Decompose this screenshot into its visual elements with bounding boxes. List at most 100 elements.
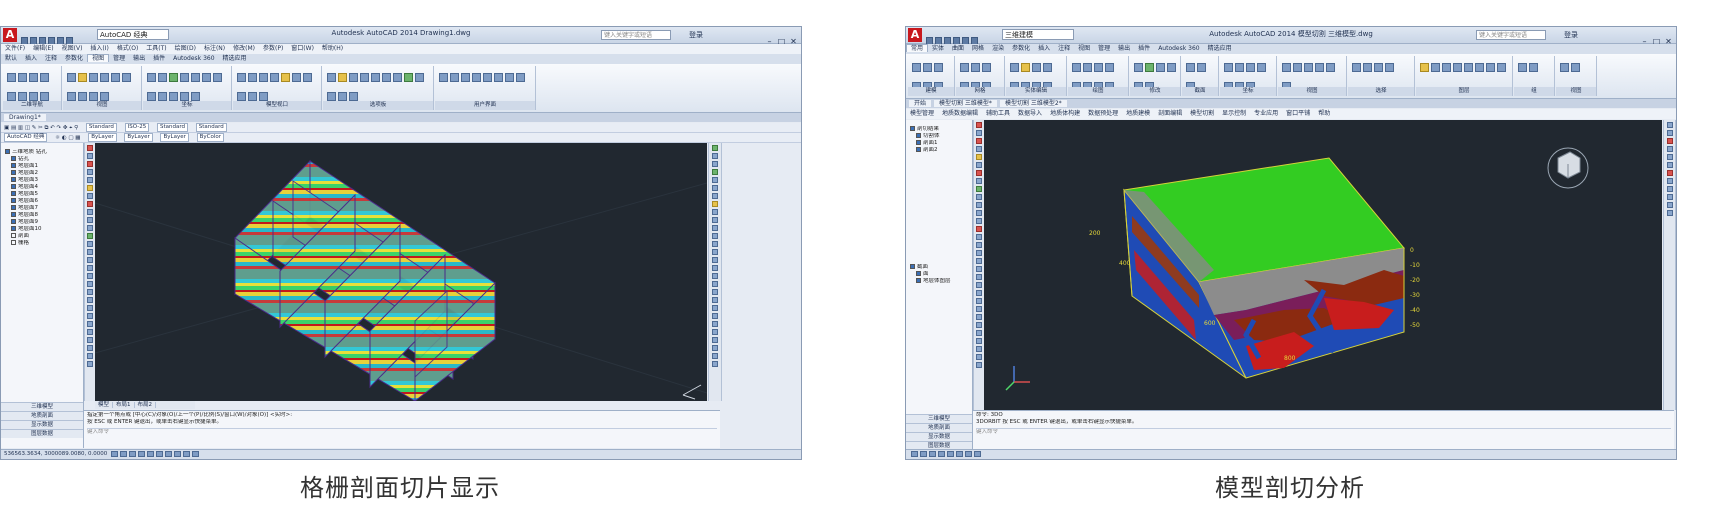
navigation-toolbar[interactable] (1663, 120, 1676, 410)
checkbox-icon[interactable] (11, 170, 16, 175)
checkbox-icon[interactable] (5, 149, 10, 154)
search-input[interactable]: 键入关键字或短语 (1476, 30, 1546, 40)
quick-access-toolbar[interactable] (21, 30, 91, 45)
menu-item[interactable]: 显示控制 (1222, 110, 1246, 117)
menu-item[interactable]: 视图(V) (62, 45, 83, 52)
workspace-field[interactable]: AutoCAD 经典 (4, 133, 48, 142)
tab-autodesk360[interactable]: Autodesk 360 (169, 55, 218, 62)
doc-tab[interactable]: Drawing1* (4, 114, 46, 121)
tree-item[interactable]: 三维地质 钻孔 (5, 149, 81, 156)
menu-item[interactable]: 窗口平铺 (1286, 110, 1310, 117)
quick-access-toolbar[interactable] (926, 30, 996, 45)
tree-item[interactable]: 地层面10 (5, 226, 81, 233)
workspace-select[interactable]: AutoCAD 经典 (97, 29, 169, 40)
tree-item[interactable]: 栅格 (5, 240, 81, 247)
checkbox-icon[interactable] (11, 226, 16, 231)
checkbox-icon[interactable] (11, 205, 16, 210)
tab-render[interactable]: 渲染 (988, 45, 1008, 52)
command-input[interactable]: 键入命令 (87, 428, 717, 436)
side-button[interactable]: 显示数据 (906, 432, 972, 441)
workspace-select[interactable]: 三维建模 (1002, 29, 1074, 40)
side-button[interactable]: 三维模型 (906, 414, 972, 423)
tree-item[interactable]: 切割体 (910, 133, 970, 140)
side-button[interactable]: 三维模型 (1, 402, 83, 411)
menu-item[interactable]: 模型管理 (910, 110, 934, 117)
menu-item[interactable]: 数据预处理 (1088, 110, 1118, 117)
checkbox-icon[interactable] (916, 133, 921, 138)
plotstyle-select[interactable]: ByColor (196, 133, 224, 142)
tab-surface[interactable]: 曲面 (948, 45, 968, 52)
autocad-logo-icon[interactable]: A (908, 28, 922, 42)
tab-output[interactable]: 输出 (129, 55, 149, 62)
command-input[interactable]: 键入命令 (976, 428, 1671, 436)
menu-item[interactable]: 修改(M) (233, 45, 255, 52)
tab-home[interactable]: 常用 (906, 44, 929, 52)
modify-toolbar[interactable] (708, 143, 722, 401)
login-button[interactable]: 登录 (1564, 30, 1578, 40)
model-viewport[interactable] (95, 143, 707, 401)
tab-featured-apps[interactable]: 精选应用 (219, 55, 251, 62)
checkbox-icon[interactable] (910, 264, 915, 269)
tab-parametric[interactable]: 参数化 (61, 55, 87, 62)
tree-item[interactable]: 地层面8 (5, 212, 81, 219)
tree-item[interactable]: 地层面7 (5, 205, 81, 212)
lineweight-select[interactable]: ByLayer (160, 133, 189, 142)
checkbox-icon[interactable] (11, 198, 16, 203)
checkbox-icon[interactable] (11, 240, 16, 245)
tab-manage[interactable]: 管理 (109, 55, 129, 62)
tab-insert[interactable]: 插入 (1034, 45, 1054, 52)
checkbox-icon[interactable] (916, 140, 921, 145)
tree-item[interactable]: 钻孔 (5, 156, 81, 163)
tab-default[interactable]: 默认 (1, 55, 21, 62)
tab-featured-apps[interactable]: 精选应用 (1204, 45, 1236, 52)
tab-autodesk360[interactable]: Autodesk 360 (1154, 45, 1203, 52)
tab-annotate[interactable]: 注释 (1054, 45, 1074, 52)
checkbox-icon[interactable] (916, 271, 921, 276)
checkbox-icon[interactable] (11, 184, 16, 189)
menu-item[interactable]: 文件(F) (5, 45, 25, 52)
command-window[interactable]: 命令: 3DO 3DORBIT 按 ESC 或 ENTER 键退出，或单击右键显… (973, 410, 1674, 449)
tree-item[interactable]: 地层面2 (5, 170, 81, 177)
tree-item[interactable]: 地层体图层 (910, 278, 970, 285)
search-input[interactable]: 键入关键字或短语 (601, 30, 671, 40)
model-viewport[interactable]: 200 400 600 800 0 -10 -20 -30 -40 -50 (984, 120, 1662, 410)
checkbox-icon[interactable] (11, 233, 16, 238)
tree-item[interactable]: 地层面5 (5, 191, 81, 198)
side-button[interactable]: 显示数据 (1, 420, 83, 429)
tab-view[interactable]: 视图 (87, 54, 110, 62)
menu-item[interactable]: 地质体构建 (1050, 110, 1080, 117)
tab-mesh[interactable]: 网格 (968, 45, 988, 52)
tab-output[interactable]: 输出 (1114, 45, 1134, 52)
layout-tab[interactable]: 布局2 (134, 402, 157, 408)
menu-item[interactable]: 格式(O) (117, 45, 138, 52)
menu-item[interactable]: 辅助工具 (986, 110, 1010, 117)
checkbox-icon[interactable] (916, 147, 921, 152)
checkbox-icon[interactable] (11, 219, 16, 224)
side-button[interactable]: 地质剖面 (906, 423, 972, 432)
menu-item[interactable]: 帮助(H) (322, 45, 343, 52)
menu-item[interactable]: 编辑(E) (33, 45, 53, 52)
side-button[interactable]: 地质剖面 (1, 411, 83, 420)
checkbox-icon[interactable] (11, 163, 16, 168)
tab-parametric[interactable]: 参数化 (1008, 45, 1034, 52)
menu-item[interactable]: 数据导入 (1018, 110, 1042, 117)
tree-item[interactable]: 地层面3 (5, 177, 81, 184)
menu-item[interactable]: 剖面编辑 (1158, 110, 1182, 117)
menu-item[interactable]: 工具(T) (146, 45, 166, 52)
doc-tab[interactable]: 模型切割 三维模型* (934, 100, 997, 107)
side-button[interactable]: 图层数据 (1, 429, 83, 438)
dim-style-select[interactable]: ISO-25 (124, 123, 150, 132)
menu-item[interactable]: 绘图(D) (175, 45, 196, 52)
tree-item[interactable]: 剖面 (5, 233, 81, 240)
menu-item[interactable]: 地质数据编辑 (942, 110, 978, 117)
linetype-select[interactable]: ByLayer (124, 133, 153, 142)
login-button[interactable]: 登录 (689, 30, 703, 40)
text-style-select[interactable]: Standard (85, 123, 117, 132)
tree-item[interactable]: 地层面6 (5, 198, 81, 205)
checkbox-icon[interactable] (11, 191, 16, 196)
tab-view[interactable]: 视图 (1074, 45, 1094, 52)
checkbox-icon[interactable] (910, 126, 915, 131)
doc-tab[interactable]: 模型切割 三维模型2* (999, 100, 1067, 107)
tree-item[interactable]: 截面 (910, 264, 970, 271)
menu-item[interactable]: 标注(N) (204, 45, 225, 52)
